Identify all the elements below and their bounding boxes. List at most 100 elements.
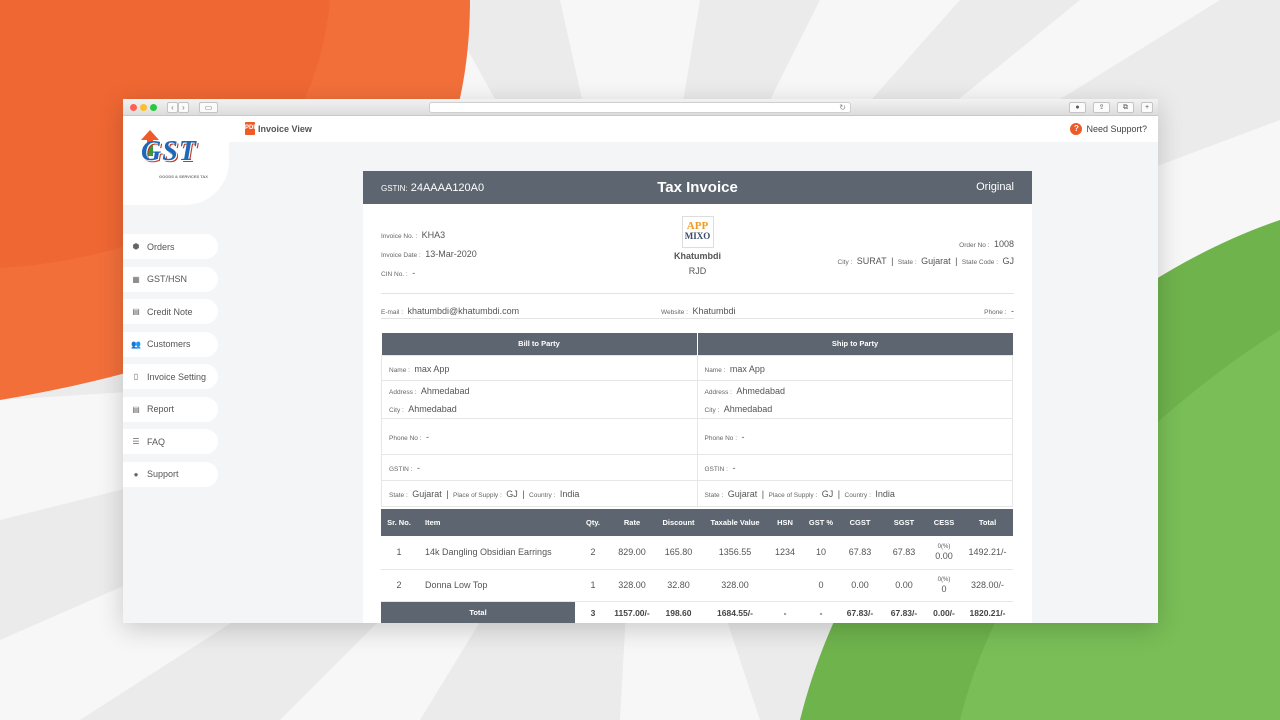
ship-name: max App	[729, 363, 765, 374]
ship-phone-cell: Phone No : -	[696, 417, 1013, 455]
pdf-icon[interactable]: PDF	[245, 122, 257, 135]
country-label: Country :	[844, 492, 871, 499]
cess-percent: 0(%)	[937, 576, 951, 583]
browser-titlebar: ‹ › ▭ ↻ ● ⇪ ⧉ +	[123, 99, 1158, 116]
cell-sgst: 0.00	[882, 569, 926, 602]
forward-button[interactable]: ›	[178, 102, 189, 113]
new-tab-button[interactable]: +	[1141, 102, 1153, 113]
cell-total: 1492.21/-	[962, 536, 1013, 570]
cell-discount: 165.80	[653, 536, 704, 570]
cell-taxable-value: 328.00	[704, 569, 766, 602]
cell-item: 14k Dangling Obsidian Earrings	[417, 536, 575, 570]
sidebar-item-report[interactable]: ▤ Report	[123, 396, 218, 422]
box-icon: ⬢	[132, 242, 140, 251]
total-hsn: -	[766, 601, 804, 623]
bill-state: Gujarat	[412, 489, 442, 499]
download-icon[interactable]: ●	[1069, 102, 1086, 113]
city-label: City :	[837, 259, 853, 266]
cell-cgst: 67.83	[838, 536, 882, 570]
tabs-icon[interactable]: ⧉	[1117, 102, 1134, 113]
bill-name: max App	[414, 363, 450, 374]
col-qty: Qty.	[575, 509, 611, 536]
email-value: khatumbdi@khatumbdi.com	[407, 306, 520, 316]
reload-icon[interactable]: ↻	[839, 103, 846, 113]
invoice-document: GSTIN: 24AAAA120A0 Tax Invoice Original …	[363, 171, 1032, 623]
phone-value: -	[1011, 306, 1014, 316]
seller-logo: APP MIXO	[681, 216, 714, 248]
logo-card: GST GOODS & SERVICES TAX	[123, 116, 229, 205]
sidebar-item-support[interactable]: ● Support	[123, 461, 218, 487]
separator: |	[446, 489, 449, 499]
invoice-copy-type: Original	[976, 181, 1014, 193]
name-label: Name :	[704, 366, 726, 374]
sidebar-item-faq[interactable]: ☰ FAQ	[123, 429, 218, 454]
sidebar-item-orders[interactable]: ⬢ Orders	[123, 234, 218, 259]
sidebar-item-label: Orders	[147, 241, 175, 252]
state-label: State :	[897, 259, 917, 266]
sidebar-item-label: FAQ	[147, 436, 166, 447]
ship-to-header: Ship to Party	[697, 333, 1013, 355]
state-label: State :	[704, 492, 724, 499]
share-icon[interactable]: ⇪	[1093, 102, 1110, 113]
name-label: Name :	[389, 366, 410, 374]
ship-phone: -	[741, 432, 745, 442]
close-window-button[interactable]	[130, 104, 137, 111]
ship-name-cell: Name : max App	[696, 354, 1013, 381]
cell-hsn	[766, 569, 804, 602]
invoice-title: Tax Invoice	[657, 179, 738, 196]
document-icon: ▤	[132, 307, 140, 316]
cell-qty: 2	[575, 536, 611, 570]
bill-phone-cell: Phone No : -	[381, 417, 698, 455]
phone-label: Phone :	[984, 309, 1007, 316]
report-icon: ▤	[132, 404, 140, 414]
sidebar-item-label: Report	[147, 404, 175, 414]
col-gst-percent: GST %	[804, 509, 838, 536]
bill-address: Ahmedabad	[420, 386, 470, 396]
address-label: Address :	[389, 389, 417, 396]
contact-row: E-mail : khatumbdi@khatumbdi.com Website…	[381, 293, 1014, 319]
phone-info: Phone : -	[984, 301, 1014, 319]
sidebar-item-gst-hsn[interactable]: ▦ GST/HSN	[123, 266, 218, 292]
seller-logo-line2: MIXO	[684, 231, 711, 241]
minimize-window-button[interactable]	[140, 104, 147, 111]
top-bar: PDF Invoice View ? Need Support?	[229, 116, 1158, 142]
order-no: 1008	[993, 239, 1014, 249]
total-sgst: 67.83/-	[882, 601, 926, 623]
separator: |	[522, 489, 525, 499]
sidebar-item-credit-note[interactable]: ▤ Credit Note	[123, 299, 218, 324]
address-bar[interactable]: ↻	[429, 102, 851, 113]
city-label: City :	[704, 407, 720, 414]
ship-country: India	[875, 489, 895, 499]
sidebar-item-label: Invoice Setting	[147, 371, 207, 382]
file-icon: ▯	[133, 372, 139, 381]
cell-sr-no: 2	[381, 569, 417, 602]
bill-place-of-supply: GJ	[506, 489, 518, 499]
invoice-meta: Invoice No. : KHA3 Invoice Date : 13-Mar…	[363, 204, 1032, 294]
sidebar-menu: ⬢ Orders ▦ GST/HSN ▤ Credit Note 👥 Custo…	[123, 234, 218, 494]
table-row: 2 Donna Low Top 1 328.00 32.80 328.00 0 …	[381, 569, 1013, 602]
cell-rate: 829.00	[611, 536, 653, 570]
sidebar-item-label: Support	[147, 469, 179, 479]
sidebar-item-invoice-setting[interactable]: ▯ Invoice Setting	[123, 364, 218, 389]
need-support-link[interactable]: ? Need Support?	[1070, 123, 1147, 135]
sidebar-item-customers[interactable]: 👥 Customers	[123, 331, 218, 357]
bill-city: Ahmedabad	[408, 404, 457, 414]
order-no-label: Order No :	[959, 242, 990, 249]
cell-cess: 0(%) 0	[926, 569, 962, 602]
sidebar-item-label: GST/HSN	[147, 274, 188, 284]
address-label: Address :	[704, 389, 732, 396]
total-row: Total 3 1157.00/- 198.60 1684.55/- - - 6…	[381, 601, 1013, 623]
state-label: State :	[389, 492, 408, 499]
ship-state: Gujarat	[727, 489, 758, 499]
sidebar-toggle-button[interactable]: ▭	[199, 102, 218, 113]
cell-item: Donna Low Top	[417, 569, 575, 602]
ship-city: Ahmedabad	[723, 404, 773, 414]
items-header-row: Sr. No. Item Qty. Rate Discount Taxable …	[381, 509, 1013, 536]
back-button[interactable]: ‹	[167, 102, 178, 113]
total-discount: 198.60	[653, 601, 704, 623]
grand-total: 1820.21/-	[962, 601, 1013, 623]
ship-gstin-cell: GSTIN : -	[696, 453, 1013, 481]
ship-gstin: -	[732, 463, 736, 473]
maximize-window-button[interactable]	[150, 104, 157, 111]
cess-percent: 0(%)	[937, 543, 951, 550]
